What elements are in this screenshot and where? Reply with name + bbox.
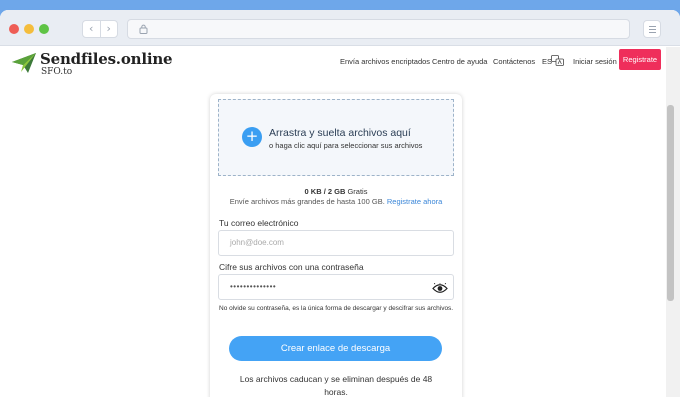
- brand-name[interactable]: Sendfiles.online: [40, 50, 173, 68]
- chevron-left-icon[interactable]: ‹: [83, 21, 101, 37]
- login-link[interactable]: Iniciar sesión: [573, 57, 617, 66]
- brand-subtitle: SFO.to: [41, 67, 73, 77]
- lock-icon: [139, 24, 148, 34]
- chevron-right-icon[interactable]: ›: [101, 21, 118, 37]
- eye-icon[interactable]: [432, 283, 448, 294]
- close-window-button[interactable]: [9, 24, 19, 34]
- history-nav: ‹ ›: [82, 20, 118, 38]
- paper-plane-icon[interactable]: [12, 53, 36, 73]
- quota-suffix: Gratis: [345, 187, 368, 196]
- translate-icon[interactable]: [551, 55, 564, 66]
- password-label: Cifre sus archivos con una contraseña: [219, 262, 364, 272]
- scrollbar-thumb[interactable]: [667, 105, 674, 301]
- upload-card: + Arrastra y suelta archivos aquí o haga…: [210, 94, 462, 397]
- upgrade-promo: Envíe archivos más grandes de hasta 100 …: [210, 197, 462, 206]
- expiry-note: Los archivos caducan y se eliminan despu…: [239, 374, 433, 397]
- nav-encrypted-link[interactable]: Envía archivos encriptados: [340, 57, 430, 66]
- add-file-icon[interactable]: +: [242, 127, 262, 147]
- create-download-link-button[interactable]: Crear enlace de descarga: [229, 336, 442, 361]
- file-dropzone[interactable]: + Arrastra y suelta archivos aquí o haga…: [218, 99, 454, 176]
- address-bar[interactable]: [127, 19, 630, 39]
- dropzone-subtitle: o haga clic aquí para seleccionar sus ar…: [269, 141, 423, 150]
- email-label: Tu correo electrónico: [219, 218, 299, 228]
- page-content: Sendfiles.online SFO.to Envía archivos e…: [0, 47, 680, 397]
- minimize-window-button[interactable]: [24, 24, 34, 34]
- nav-help-link[interactable]: Centro de ayuda: [432, 57, 487, 66]
- password-hint: No olvide su contraseña, es la única for…: [219, 305, 454, 312]
- storage-quota: 0 KB / 2 GB Gratis: [210, 187, 462, 196]
- maximize-window-button[interactable]: [39, 24, 49, 34]
- register-now-link[interactable]: Registrate ahora: [387, 197, 442, 206]
- signup-button[interactable]: Registrate: [619, 49, 661, 70]
- browser-titlebar: ‹ ›: [0, 10, 680, 46]
- hamburger-icon[interactable]: [643, 20, 661, 38]
- quota-used: 0 KB / 2 GB: [304, 187, 346, 196]
- email-field[interactable]: john@doe.com: [218, 230, 454, 256]
- password-field[interactable]: ••••••••••••••: [218, 274, 454, 300]
- browser-window: ‹ › Sendfiles.online SFO.to Envía archiv…: [0, 10, 680, 397]
- dropzone-title: Arrastra y suelta archivos aquí: [269, 127, 411, 139]
- promo-text: Envíe archivos más grandes de hasta 100 …: [229, 197, 387, 206]
- nav-contact-link[interactable]: Contáctenos: [493, 57, 535, 66]
